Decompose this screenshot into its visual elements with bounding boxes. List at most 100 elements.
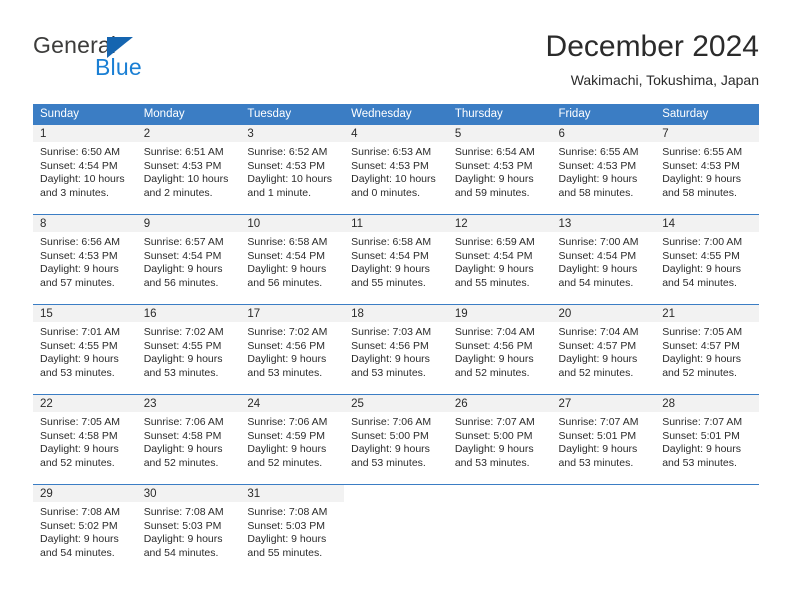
daylight-text-line2: and 53 minutes.: [247, 366, 323, 379]
day-cell[interactable]: 6 Sunrise: 6:55 AM Sunset: 4:53 PM Daylight…: [551, 124, 656, 215]
weekday-header-row: Sunday Monday Tuesday Wednesday Thursday…: [33, 104, 759, 125]
day-cell[interactable]: 16 Sunrise: 7:02 AM Sunset: 4:55 PM Dayligh…: [136, 304, 241, 395]
daylight-text-line2: and 55 minutes.: [454, 276, 530, 289]
day-cell[interactable]: 21 Sunrise: 7:05 AM Sunset: 4:57 PM Dayligh…: [655, 304, 759, 395]
sunset-text: Sunset: 4:53 PM: [247, 159, 326, 172]
weekday-header-wednesday: Wednesday: [344, 104, 448, 125]
day-number: 15: [33, 305, 137, 322]
day-cell[interactable]: 29 Sunrise: 7:08 AM Sunset: 5:02 PM Dayligh…: [33, 484, 137, 575]
sunset-text: Sunset: 5:02 PM: [40, 519, 118, 532]
daylight-text-line2: and 52 minutes.: [454, 366, 530, 379]
day-cell[interactable]: 13 Sunrise: 7:00 AM Sunset: 4:54 PM Dayligh…: [551, 214, 656, 305]
daylight-text-line1: Daylight: 9 hours: [247, 443, 327, 456]
sunset-text: Sunset: 4:54 PM: [351, 249, 429, 262]
day-number: 29: [33, 485, 137, 502]
sunset-text: Sunset: 4:57 PM: [558, 339, 637, 352]
daylight-text-line1: Daylight: 10 hours: [247, 173, 333, 186]
day-cell[interactable]: 18 Sunrise: 7:03 AM Sunset: 4:56 PM Dayligh…: [344, 304, 448, 395]
day-cell[interactable]: 9 Sunrise: 6:57 AM Sunset: 4:54 PM Daylight…: [136, 214, 241, 305]
day-cell[interactable]: 4 Sunrise: 6:53 AM Sunset: 4:53 PM Daylight…: [344, 124, 448, 215]
daylight-text-line1: Daylight: 9 hours: [454, 353, 534, 366]
day-number: 23: [136, 395, 241, 412]
day-cell[interactable]: 3 Sunrise: 6:52 AM Sunset: 4:53 PM Daylight…: [240, 124, 345, 215]
day-cell[interactable]: 25 Sunrise: 7:06 AM Sunset: 5:00 PM Dayligh…: [344, 394, 448, 485]
day-number: 5: [447, 125, 552, 142]
day-cell[interactable]: 19 Sunrise: 7:04 AM Sunset: 4:56 PM Dayligh…: [447, 304, 552, 395]
day-number: 19: [447, 305, 552, 322]
daylight-text-line2: and 54 minutes.: [40, 546, 115, 559]
daylight-text-line1: Daylight: 10 hours: [143, 173, 229, 186]
daylight-text-line2: and 52 minutes.: [558, 366, 634, 379]
sunset-text: Sunset: 4:53 PM: [454, 159, 533, 172]
general-blue-logo[interactable]: General Blue: [33, 32, 263, 88]
day-number: 18: [344, 305, 448, 322]
day-number: 7: [655, 125, 759, 142]
day-number: 8: [33, 215, 137, 232]
day-cell[interactable]: 10 Sunrise: 6:58 AM Sunset: 4:54 PM Dayligh…: [240, 214, 345, 305]
week-row: 29 Sunrise: 7:08 AM Sunset: 5:02 PM Dayligh…: [33, 484, 759, 575]
daylight-text-line1: Daylight: 9 hours: [454, 173, 534, 186]
day-cell[interactable]: 5 Sunrise: 6:54 AM Sunset: 4:53 PM Daylight…: [447, 124, 552, 215]
sunrise-text: Sunrise: 7:05 AM: [662, 326, 743, 338]
sunset-text: Sunset: 4:53 PM: [143, 159, 222, 172]
day-cell[interactable]: 1 Sunrise: 6:50 AM Sunset: 4:54 PM Daylight…: [33, 124, 137, 215]
daylight-text-line2: and 56 minutes.: [143, 276, 219, 289]
week-row: 1 Sunrise: 6:50 AM Sunset: 4:54 PM Daylight…: [33, 124, 759, 215]
day-number: 31: [240, 485, 345, 502]
sunrise-text: Sunrise: 7:07 AM: [662, 416, 743, 428]
day-cell[interactable]: 12 Sunrise: 6:59 AM Sunset: 4:54 PM Dayligh…: [447, 214, 552, 305]
day-cell[interactable]: 15 Sunrise: 7:01 AM Sunset: 4:55 PM Dayligh…: [33, 304, 137, 395]
sunset-text: Sunset: 4:53 PM: [558, 159, 637, 172]
daylight-text-line1: Daylight: 9 hours: [454, 263, 534, 276]
daylight-text-line2: and 2 minutes.: [143, 186, 213, 199]
daylight-text-line2: and 53 minutes.: [454, 456, 530, 469]
calendar-body: 1 Sunrise: 6:50 AM Sunset: 4:54 PM Daylight…: [33, 124, 759, 575]
daylight-text-line2: and 53 minutes.: [351, 366, 426, 379]
daylight-text-line2: and 52 minutes.: [247, 456, 323, 469]
sunset-text: Sunset: 4:54 PM: [40, 159, 118, 172]
day-cell[interactable]: 2 Sunrise: 6:51 AM Sunset: 4:53 PM Daylight…: [136, 124, 241, 215]
day-number: [447, 485, 552, 502]
day-number: 28: [655, 395, 759, 412]
day-cell[interactable]: 31 Sunrise: 7:08 AM Sunset: 5:03 PM Dayligh…: [240, 484, 345, 575]
daylight-text-line1: Daylight: 9 hours: [558, 173, 638, 186]
sunset-text: Sunset: 4:57 PM: [662, 339, 740, 352]
day-cell[interactable]: 11 Sunrise: 6:58 AM Sunset: 4:54 PM Dayligh…: [344, 214, 448, 305]
day-cell[interactable]: 24 Sunrise: 7:06 AM Sunset: 4:59 PM Dayligh…: [240, 394, 345, 485]
logo-text-blue: Blue: [95, 54, 142, 80]
day-cell[interactable]: 22 Sunrise: 7:05 AM Sunset: 4:58 PM Dayligh…: [33, 394, 137, 485]
day-cell[interactable]: 7 Sunrise: 6:55 AM Sunset: 4:53 PM Daylight…: [655, 124, 759, 215]
day-cell[interactable]: 17 Sunrise: 7:02 AM Sunset: 4:56 PM Dayligh…: [240, 304, 345, 395]
sunrise-text: Sunrise: 6:57 AM: [143, 236, 224, 248]
day-cell[interactable]: 28 Sunrise: 7:07 AM Sunset: 5:01 PM Dayligh…: [655, 394, 759, 485]
daylight-text-line2: and 53 minutes.: [40, 366, 115, 379]
day-cell[interactable]: 8 Sunrise: 6:56 AM Sunset: 4:53 PM Daylight…: [33, 214, 137, 305]
sunset-text: Sunset: 4:55 PM: [662, 249, 740, 262]
daylight-text-line1: Daylight: 9 hours: [351, 443, 430, 456]
sunset-text: Sunset: 4:59 PM: [247, 429, 326, 442]
daylight-text-line1: Daylight: 9 hours: [40, 533, 119, 546]
daylight-text-line2: and 55 minutes.: [247, 546, 323, 559]
sunrise-text: Sunrise: 7:06 AM: [351, 416, 432, 428]
day-cell[interactable]: 30 Sunrise: 7:08 AM Sunset: 5:03 PM Dayligh…: [136, 484, 241, 575]
daylight-text-line1: Daylight: 9 hours: [558, 443, 638, 456]
sunrise-text: Sunrise: 7:03 AM: [351, 326, 432, 338]
sunset-text: Sunset: 4:55 PM: [143, 339, 222, 352]
day-cell[interactable]: 23 Sunrise: 7:06 AM Sunset: 4:58 PM Dayligh…: [136, 394, 241, 485]
day-number: 25: [344, 395, 448, 412]
daylight-text-line1: Daylight: 9 hours: [662, 173, 742, 186]
day-number: 20: [551, 305, 656, 322]
day-cell[interactable]: 20 Sunrise: 7:04 AM Sunset: 4:57 PM Dayligh…: [551, 304, 656, 395]
day-cell[interactable]: 27 Sunrise: 7:07 AM Sunset: 5:01 PM Dayligh…: [551, 394, 656, 485]
daylight-text-line1: Daylight: 9 hours: [247, 533, 327, 546]
sunrise-text: Sunrise: 6:56 AM: [40, 236, 120, 248]
day-cell[interactable]: 14 Sunrise: 7:00 AM Sunset: 4:55 PM Dayligh…: [655, 214, 759, 305]
day-number: 24: [240, 395, 345, 412]
daylight-text-line2: and 54 minutes.: [662, 276, 737, 289]
day-number: 27: [551, 395, 656, 412]
sunrise-text: Sunrise: 7:02 AM: [143, 326, 224, 338]
daylight-text-line1: Daylight: 9 hours: [40, 353, 119, 366]
sunset-text: Sunset: 5:01 PM: [662, 429, 740, 442]
day-number: 2: [136, 125, 241, 142]
day-cell[interactable]: 26 Sunrise: 7:07 AM Sunset: 5:00 PM Dayligh…: [447, 394, 552, 485]
